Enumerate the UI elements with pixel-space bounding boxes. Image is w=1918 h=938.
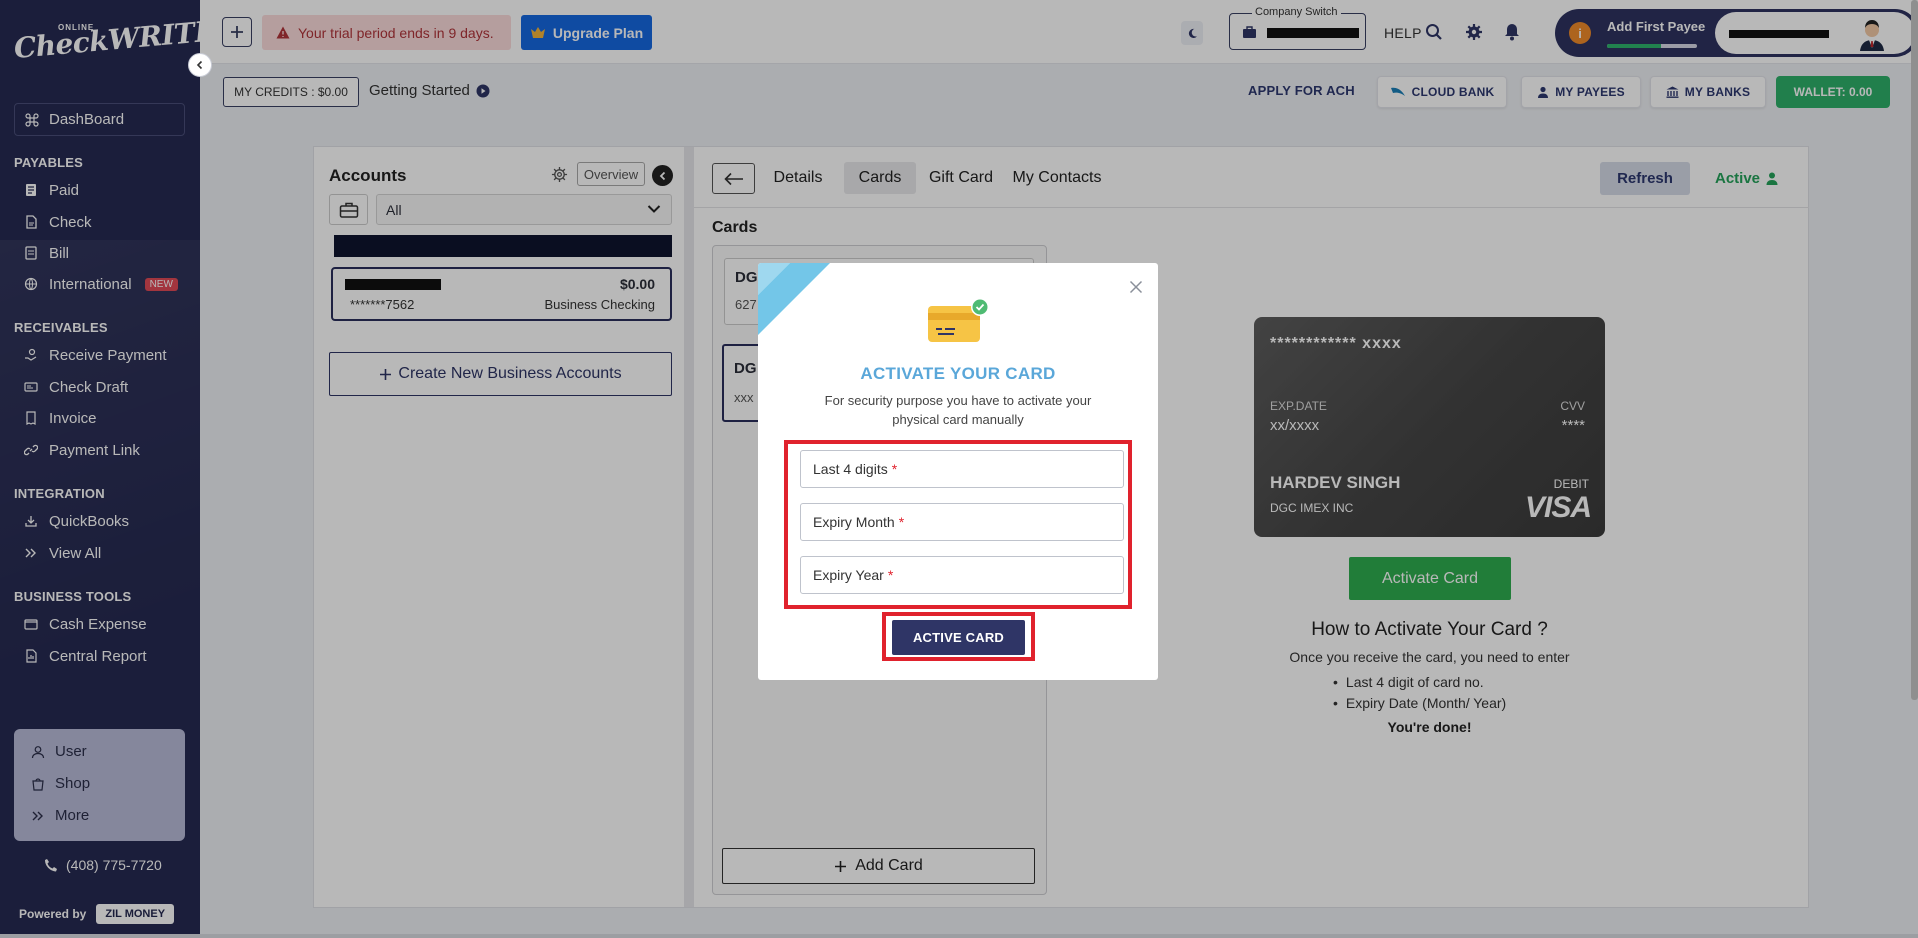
chevron-left-icon [196, 60, 203, 70]
close-icon [1129, 280, 1143, 294]
expiry-year-field[interactable]: Expiry Year * [800, 556, 1124, 594]
close-button[interactable] [1126, 277, 1146, 297]
active-card-submit-button[interactable]: ACTIVE CARD [892, 620, 1025, 655]
field-label: Expiry Year [813, 567, 884, 583]
submit-highlight: ACTIVE CARD [882, 612, 1035, 661]
last-4-digits-field[interactable]: Last 4 digits * [800, 450, 1124, 488]
required-mark: * [891, 461, 898, 477]
credit-card-check-icon [928, 298, 989, 342]
modal-description: For security purpose you have to activat… [824, 393, 1092, 427]
required-mark: * [887, 567, 894, 583]
sidebar-collapse-button[interactable] [188, 53, 212, 77]
activation-fields-highlight: Last 4 digits * Expiry Month * Expiry Year… [784, 440, 1132, 609]
required-mark: * [898, 514, 905, 530]
field-label: Last 4 digits [813, 461, 888, 477]
corner-ribbon [758, 263, 830, 335]
modal-title: ACTIVATE YOUR CARD [860, 364, 1056, 383]
activate-card-modal: ACTIVATE YOUR CARD For security purpose … [758, 263, 1158, 680]
expiry-month-field[interactable]: Expiry Month * [800, 503, 1124, 541]
field-label: Expiry Month [813, 514, 895, 530]
